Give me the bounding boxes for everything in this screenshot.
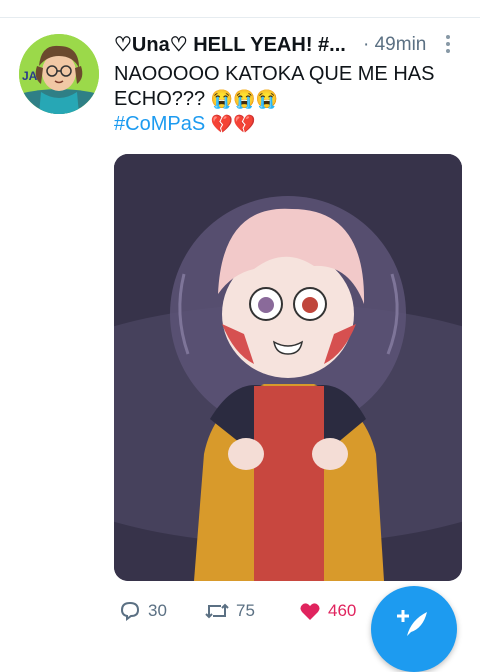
tweet-text-line2: ECHO??? [114, 88, 206, 110]
reply-count: 30 [148, 601, 167, 620]
tweet-text-line2-wrap: ECHO??? 😭😭😭 [114, 87, 464, 112]
reply-button[interactable]: 30 [118, 596, 167, 626]
hashtag-line: #CoMPaS 💔💔 [114, 112, 464, 137]
more-vertical-icon[interactable] [444, 34, 452, 54]
compose-feather-icon [397, 610, 427, 636]
broken-heart-emojis: 💔💔 [210, 114, 256, 134]
retweet-icon [205, 603, 229, 619]
display-name[interactable]: ♡Una♡ HELL YEAH! #... [114, 32, 346, 57]
tweet-text-line1: NAOOOOO KATOKA QUE ME HAS [114, 63, 435, 85]
heart-icon [300, 603, 320, 620]
avatar[interactable]: JA [19, 34, 99, 114]
hashtag-link[interactable]: #CoMPaS [114, 113, 205, 135]
timestamp[interactable]: · 49min [363, 34, 426, 56]
crying-emojis: 😭😭😭 [210, 89, 278, 109]
top-divider [0, 17, 480, 18]
reply-icon [120, 601, 140, 621]
like-count: 460 [328, 601, 357, 620]
like-button[interactable]: 460 [298, 596, 356, 626]
retweet-button[interactable]: 75 [204, 596, 255, 626]
tweet-header: ♡Una♡ HELL YEAH! #... · 49min [114, 30, 464, 58]
avatar-initials: JA [22, 69, 38, 83]
compose-tweet-button[interactable] [371, 586, 457, 672]
tweet-text: NAOOOOO KATOKA QUE ME HAS ECHO??? 😭😭😭 #C… [114, 62, 464, 137]
retweet-count: 75 [236, 601, 255, 620]
tweet-media-image[interactable] [114, 154, 462, 581]
